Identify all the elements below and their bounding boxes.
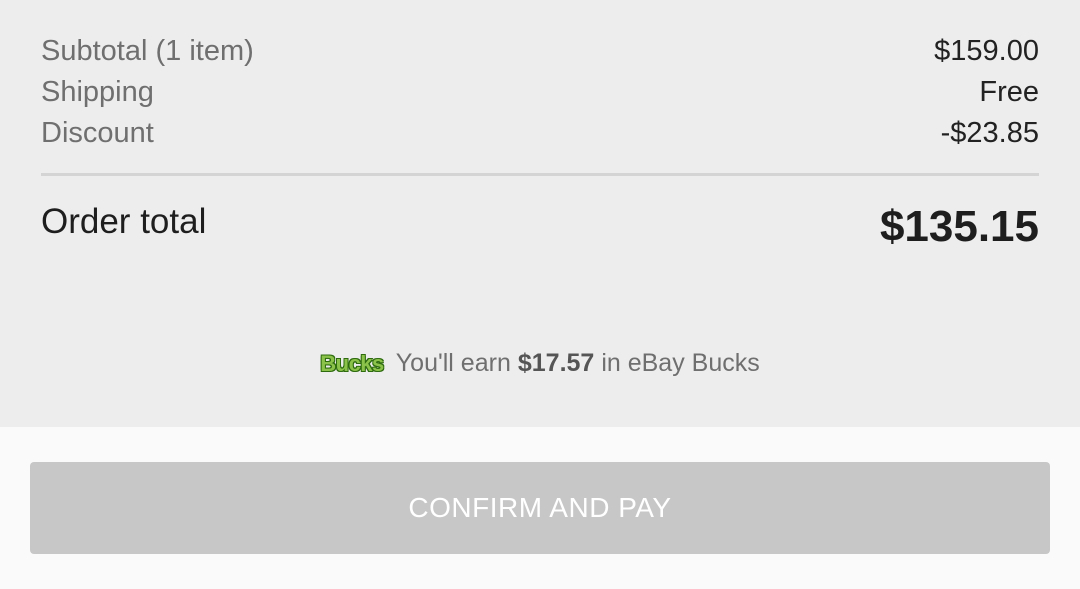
shipping-row: Shipping Free (41, 75, 1039, 109)
discount-value: -$23.85 (940, 117, 1039, 149)
discount-row: Discount -$23.85 (41, 116, 1039, 150)
order-total-label: Order total (41, 202, 207, 241)
shipping-value: Free (979, 76, 1039, 108)
bucks-prefix: You'll earn (395, 349, 511, 377)
subtotal-value: $159.00 (934, 35, 1039, 67)
bucks-suffix: in eBay Bucks (601, 349, 760, 377)
order-total-value: $135.15 (879, 202, 1039, 251)
shipping-label: Shipping (41, 76, 154, 108)
subtotal-row: Subtotal (1 item) $159.00 (41, 34, 1039, 68)
ebay-bucks-notice: Bucks You'll earn $17.57 in eBay Bucks (0, 349, 1080, 378)
checkout-footer: CONFIRM AND PAY (0, 427, 1080, 589)
bucks-amount: $17.57 (517, 349, 595, 377)
summary-divider (41, 173, 1039, 176)
order-summary: Subtotal (1 item) $159.00 Shipping Free … (0, 0, 1080, 427)
confirm-and-pay-button[interactable]: CONFIRM AND PAY (30, 462, 1050, 554)
order-total-row: Order total $135.15 (41, 198, 1039, 254)
ebay-bucks-logo-icon: Bucks (320, 350, 385, 376)
discount-label: Discount (41, 117, 154, 149)
subtotal-label: Subtotal (1 item) (41, 35, 254, 67)
